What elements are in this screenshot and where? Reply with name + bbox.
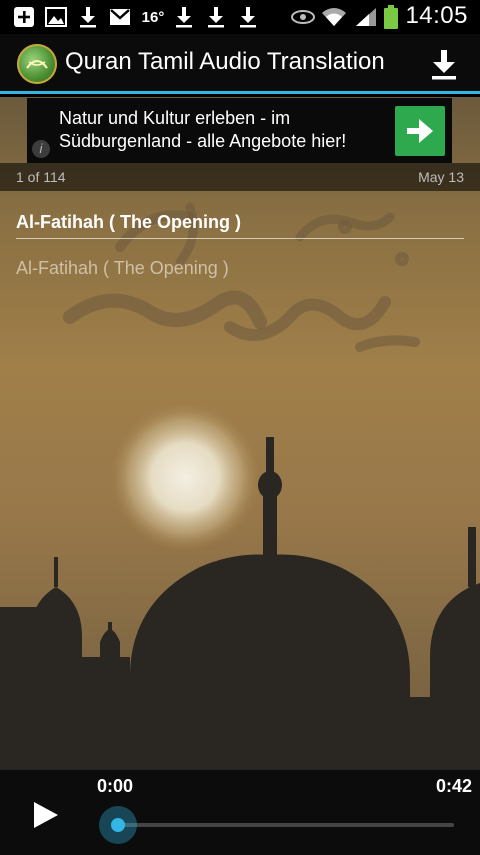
arrow-right-icon — [407, 119, 433, 143]
clock: 14:05 — [405, 2, 468, 29]
quran-logo-icon[interactable] — [17, 44, 57, 84]
content-area: Natur und Kultur erleben - im Südburgenl… — [0, 97, 480, 769]
status-bar: 16° 14:05 — [0, 0, 480, 34]
title-divider — [16, 238, 464, 239]
download-icon — [206, 6, 226, 28]
wifi-icon — [320, 6, 348, 28]
battery-icon — [382, 5, 400, 29]
audio-player: 0:00 0:42 — [0, 769, 480, 855]
app-title: Quran Tamil Audio Translation — [65, 48, 385, 75]
download-icon[interactable] — [426, 46, 462, 82]
ad-info-icon[interactable]: i — [32, 140, 50, 158]
ad-banner[interactable]: Natur und Kultur erleben - im Südburgenl… — [27, 98, 452, 163]
ad-text[interactable]: Natur und Kultur erleben - im Südburgenl… — [59, 107, 379, 153]
seek-bar[interactable] — [118, 823, 454, 827]
eye-icon — [290, 6, 316, 28]
seek-thumb-dot — [111, 818, 125, 832]
current-time: 0:00 — [97, 776, 134, 796]
add-box-icon — [12, 6, 36, 28]
seek-thumb[interactable] — [99, 806, 137, 844]
gmail-icon — [108, 6, 132, 28]
weather-icon: 16° — [140, 6, 166, 28]
play-button[interactable] — [28, 798, 62, 832]
play-icon — [34, 802, 58, 828]
meta-bar: 1 of 114 May 13 — [0, 163, 480, 191]
surah-title[interactable]: Al-Fatihah ( The Opening ) — [16, 212, 241, 233]
ad-cta-button[interactable] — [395, 106, 445, 156]
download-icon — [78, 6, 98, 28]
surah-subtitle: Al-Fatihah ( The Opening ) — [16, 258, 229, 278]
image-icon — [44, 6, 68, 28]
temperature-label: 16° — [141, 8, 165, 26]
download-icon — [174, 6, 194, 28]
item-date: May 13 — [418, 169, 464, 185]
action-bar: Quran Tamil Audio Translation — [0, 34, 480, 94]
download-icon — [238, 6, 258, 28]
signal-icon — [354, 6, 378, 28]
mosque-background-image — [0, 202, 480, 769]
item-count: 1 of 114 — [16, 169, 66, 185]
action-bar-accent-line — [0, 91, 480, 94]
total-time: 0:42 — [435, 776, 472, 796]
